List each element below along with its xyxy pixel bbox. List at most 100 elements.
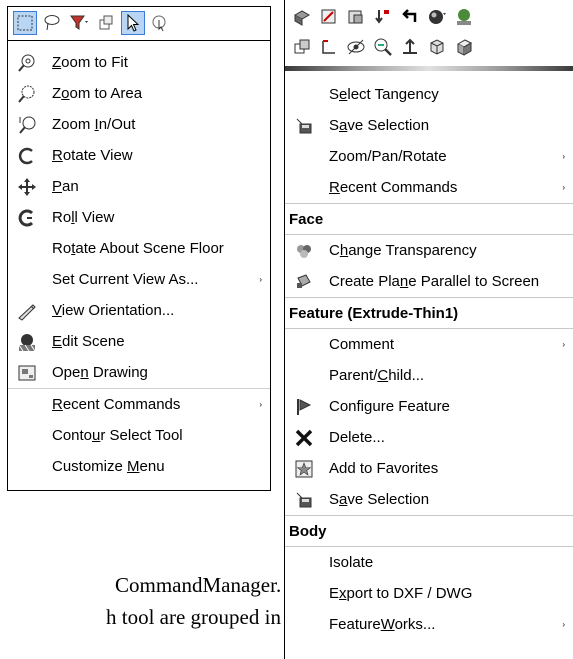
menu-item-label: Contour Select Tool: [52, 427, 183, 444]
submenu-arrow-icon: ›: [259, 400, 262, 409]
menu-item-pan[interactable]: Pan: [8, 171, 270, 202]
edit-scene-icon: [14, 331, 40, 353]
menu-item-label: Edit Scene: [52, 333, 125, 350]
zoom-selection-icon[interactable]: [372, 36, 394, 58]
menu-item-zoom-in-out[interactable]: Zoom In/Out: [8, 109, 270, 140]
submenu-arrow-icon: ›: [562, 340, 565, 349]
menu-item-open-drawing[interactable]: Open Drawing: [8, 357, 270, 388]
menu-item-label: Add to Favorites: [329, 460, 439, 477]
select-magnify-icon[interactable]: [149, 12, 171, 34]
menu-item-label: Recent Commands: [52, 396, 181, 413]
select-other-icon[interactable]: [95, 12, 117, 34]
menu-item-roll-view[interactable]: Roll View: [8, 202, 270, 233]
menu-item-zoom-pan-rotate[interactable]: Zoom/Pan/Rotate ›: [285, 141, 573, 172]
select-cursor-icon[interactable]: [121, 11, 145, 35]
save-selection-icon: [291, 115, 317, 137]
zoom-to-area-icon: [14, 83, 40, 105]
menu-item-view-orientation[interactable]: View Orientation...: [8, 295, 270, 326]
menu-item-parent-child[interactable]: Parent/Child...: [285, 360, 573, 391]
sketch-corner-icon[interactable]: [318, 36, 340, 58]
menu-item-zoom-to-fit[interactable]: Zoom to Fit: [8, 47, 270, 78]
menu-item-icon-slot: [14, 238, 40, 260]
favorites-icon: [291, 458, 317, 480]
box-select-icon[interactable]: [13, 11, 37, 35]
rollback-icon[interactable]: [372, 6, 394, 28]
menu-item-icon-slot: [14, 269, 40, 291]
menu-item-label: Zoom to Area: [52, 85, 143, 102]
menu-item-label: Rotate About Scene Floor: [52, 240, 224, 257]
menu-item-save-selection[interactable]: Save Selection: [285, 110, 573, 141]
menu-item-recent-commands[interactable]: Recent Commands ›: [285, 172, 573, 203]
menu-item-label: Comment: [329, 336, 395, 353]
menu-item-icon-slot: [291, 84, 317, 106]
menu-item-icon-slot: [14, 394, 40, 416]
undo-icon[interactable]: [399, 6, 421, 28]
menu-item-create-plane-parallel-to-screen[interactable]: Create Plane Parallel to Screen: [285, 266, 573, 297]
view-orientation-icon: [14, 300, 40, 322]
caption-line-1: CommandManager.: [115, 573, 282, 597]
menu-item-label: Zoom to Fit: [52, 54, 128, 71]
plane-icon: [291, 271, 317, 293]
menu-item-label: Parent/Child...: [329, 367, 425, 384]
normal-to-icon[interactable]: [399, 36, 421, 58]
menu-item-label: Configure Feature: [329, 398, 450, 415]
menu-item-label: Select Tangency: [329, 86, 439, 103]
menu-item-add-to-favorites[interactable]: Add to Favorites: [285, 453, 573, 484]
menu-item-zoom-to-area[interactable]: Zoom to Area: [8, 78, 270, 109]
hide-show-icon[interactable]: [345, 36, 367, 58]
menu-item-comment[interactable]: Comment ›: [285, 329, 573, 360]
menu-item-isolate[interactable]: Isolate: [285, 547, 573, 578]
delete-icon: [291, 427, 317, 449]
filter-icon[interactable]: [68, 12, 90, 34]
menu-item-contour-select-tool[interactable]: Contour Select Tool: [8, 420, 270, 451]
menu-item-icon-slot: [291, 614, 317, 636]
menu-item-label: Recent Commands: [329, 179, 458, 196]
menu-item-icon-slot: [291, 583, 317, 605]
menu-item-rotate-view[interactable]: Rotate View: [8, 140, 270, 171]
menu-item-edit-scene[interactable]: Edit Scene: [8, 326, 270, 357]
menu-item-label: Create Plane Parallel to Screen: [329, 273, 540, 290]
menu-item-select-tangency[interactable]: Select Tangency: [285, 79, 573, 110]
menu-item-export-to-dxf-dwg[interactable]: Export to DXF / DWG: [285, 578, 573, 609]
lasso-select-icon[interactable]: [41, 12, 63, 34]
edit-sketch-icon[interactable]: [318, 6, 340, 28]
menu-item-label: Zoom In/Out: [52, 116, 136, 133]
menu-item-label: Export to DXF / DWG: [329, 585, 473, 602]
menu-item-icon-slot: [291, 552, 317, 574]
configure-feature-icon: [291, 396, 317, 418]
menu-item-icon-slot: [291, 177, 317, 199]
menu-item-change-transparency[interactable]: Change Transparency: [285, 235, 573, 266]
zoom-to-fit-icon: [14, 52, 40, 74]
section-header-face: Face: [285, 203, 573, 235]
toolbar-divider-strip: [285, 66, 573, 71]
menu-item-save-selection[interactable]: Save Selection: [285, 484, 573, 515]
roll-view-icon: [14, 207, 40, 229]
zoom-in-out-icon: [14, 114, 40, 136]
menu-item-delete[interactable]: Delete...: [285, 422, 573, 453]
display-style-icon[interactable]: [453, 36, 475, 58]
menu-item-rotate-about-scene-floor[interactable]: Rotate About Scene Floor: [8, 233, 270, 264]
menu-item-label: Change Transparency: [329, 242, 477, 259]
menu-item-label: Set Current View As...: [52, 271, 199, 288]
menu-item-recent-commands[interactable]: Recent Commands ›: [8, 388, 270, 420]
menu-item-label: Roll View: [52, 209, 115, 226]
transparency-icon: [291, 240, 317, 262]
submenu-arrow-icon: ›: [562, 620, 565, 629]
rotate-view-icon: [14, 145, 40, 167]
appearance-icon[interactable]: [426, 6, 448, 28]
right-menu-toolbar: [285, 0, 573, 66]
assembly-icon[interactable]: [291, 6, 313, 28]
right-context-menu: Select Tangency Save Selection Zoom/Pan/Ro…: [284, 0, 573, 659]
menu-item-label: Rotate View: [52, 147, 133, 164]
insert-component-icon[interactable]: [291, 36, 313, 58]
menu-item-set-current-view-as[interactable]: Set Current View As... ›: [8, 264, 270, 295]
menu-item-customize-menu[interactable]: Customize Menu: [8, 451, 270, 482]
menu-item-featureworks[interactable]: FeatureWorks... ›: [285, 609, 573, 640]
section-view-icon[interactable]: [426, 36, 448, 58]
menu-item-label: Delete...: [329, 429, 385, 446]
left-context-menu: Zoom to Fit Zoom to Area Zoom In/Out Rotate…: [7, 6, 271, 491]
section-header-feature: Feature (Extrude-Thin1): [285, 297, 573, 329]
edit-feature-icon[interactable]: [345, 6, 367, 28]
scene-icon[interactable]: [453, 6, 475, 28]
menu-item-configure-feature[interactable]: Configure Feature: [285, 391, 573, 422]
